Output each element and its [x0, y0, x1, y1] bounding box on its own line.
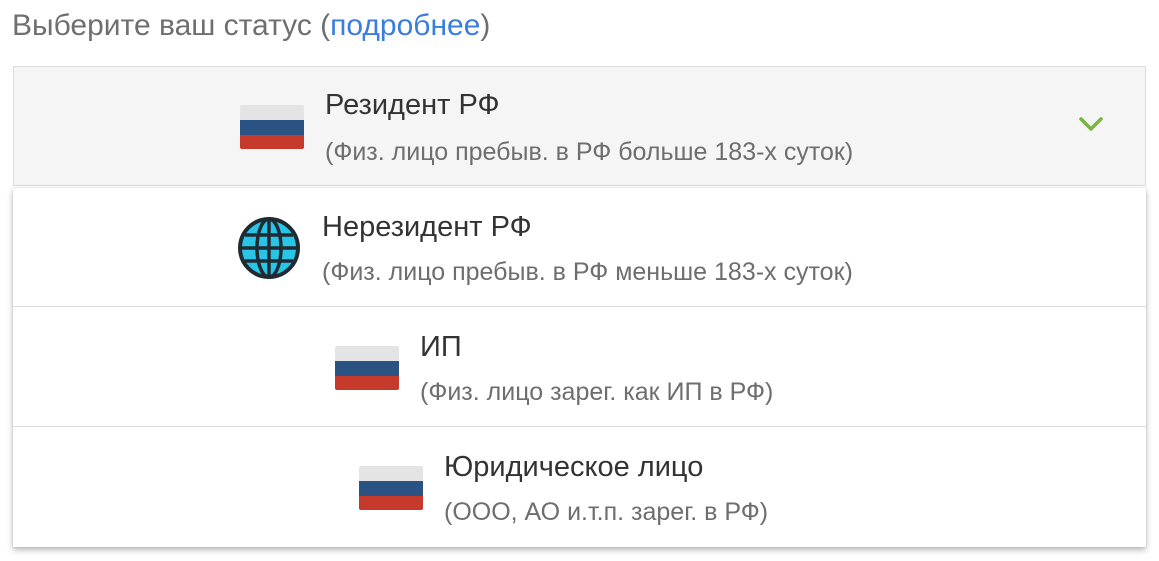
- option-title: Нерезидент РФ: [322, 211, 532, 243]
- option-subtitle: (ООО, АО и.т.п. зарег. в РФ): [444, 498, 769, 526]
- status-select[interactable]: Резидент РФ (Физ. лицо пребыв. в РФ боль…: [13, 66, 1146, 186]
- option-subtitle: (Физ. лицо зарег. как ИП в РФ): [420, 378, 774, 406]
- status-heading-close: ): [480, 9, 491, 42]
- selected-subtitle: (Физ. лицо пребыв. в РФ больше 183-х сут…: [325, 138, 854, 166]
- option-legal-entity[interactable]: Юридическое лицо (ООО, АО и.т.п. зарег. …: [13, 428, 1146, 547]
- russia-flag-icon: [335, 346, 399, 390]
- status-dropdown: Нерезидент РФ (Физ. лицо пребыв. в РФ ме…: [13, 188, 1146, 547]
- option-nonresident[interactable]: Нерезидент РФ (Физ. лицо пребыв. в РФ ме…: [13, 188, 1146, 307]
- status-heading-text: Выберите ваш статус (: [12, 9, 331, 42]
- russia-flag-icon: [359, 466, 423, 510]
- option-title: Юридическое лицо: [444, 451, 704, 483]
- more-info-link[interactable]: подробнее: [330, 9, 480, 42]
- option-title: ИП: [420, 331, 462, 363]
- status-heading: Выберите ваш статус (подробнее): [12, 6, 490, 46]
- russia-flag-icon: [240, 105, 304, 149]
- chevron-down-icon[interactable]: [1078, 115, 1104, 133]
- selected-title: Резидент РФ: [325, 89, 500, 121]
- option-subtitle: (Физ. лицо пребыв. в РФ меньше 183-х сут…: [322, 258, 853, 286]
- option-ip[interactable]: ИП (Физ. лицо зарег. как ИП в РФ): [13, 308, 1146, 427]
- globe-icon: [238, 217, 300, 279]
